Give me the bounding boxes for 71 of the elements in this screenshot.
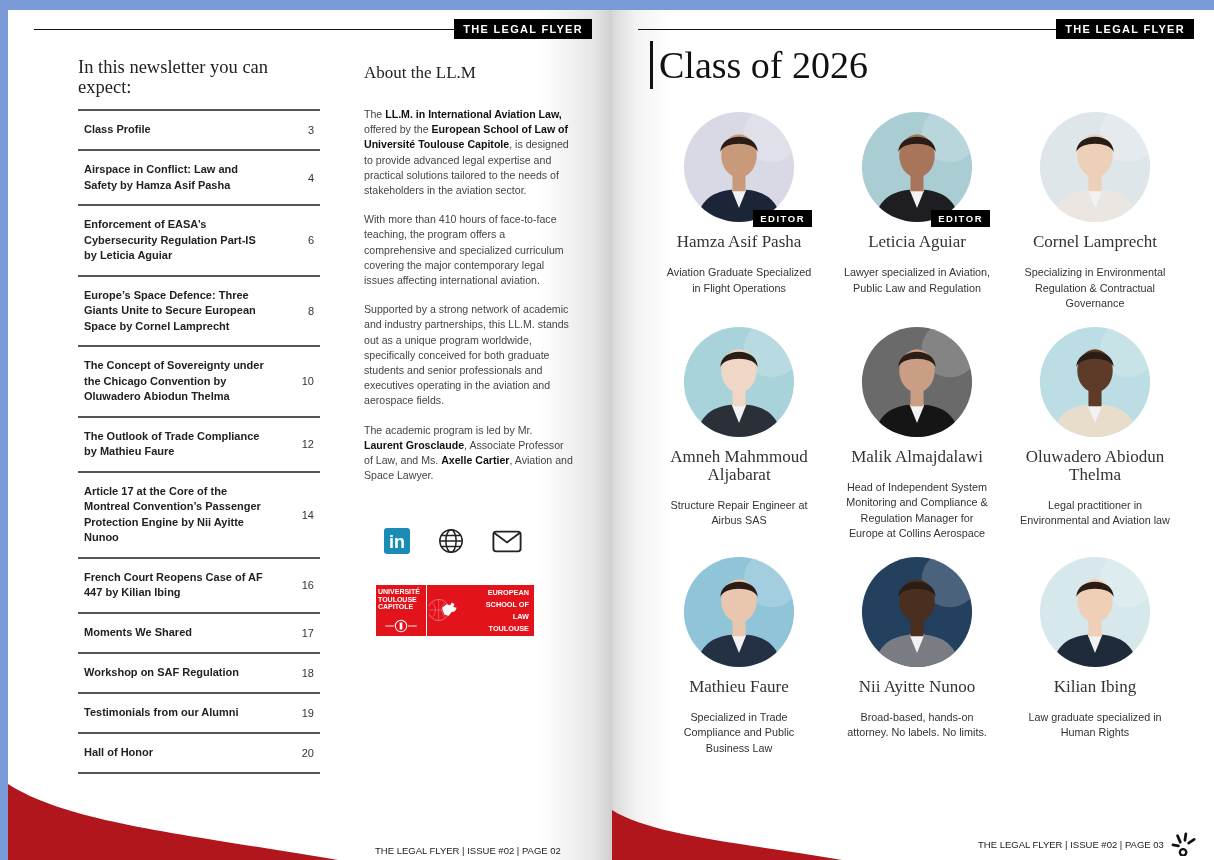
toc-entry[interactable]: Enforcement of EASA’s Cybersecurity Regulation Part-IS by Leticia Aguiar 6 [78,206,320,277]
editor-badge: EDITOR [931,210,990,227]
toc-entry[interactable]: Hall of Honor 20 [78,733,320,774]
toc-entry[interactable]: Class Profile 3 [78,111,320,151]
toc-entry[interactable]: Moments We Shared 17 [78,613,320,654]
toc-entry[interactable]: Airspace in Conflict: Law and Safety by Hamza Asif Pasha 4 [78,151,320,206]
globe-icon[interactable] [436,527,466,556]
toc-entry-title: Europe’s Space Defence: Three Giants Unite to Secure European Space by Cornel Lamprecht [84,287,257,334]
person-role: Structure Repair Engineer at Airbus SAS [669,497,809,528]
person-name: Oluwadero Abiodun Thelma [1024,447,1166,484]
toc-entry-title: Airspace in Conflict: Law and Safety by Hamza Asif Pasha [84,162,240,193]
page-number: 18 [301,666,314,679]
toc-entry-title: French Court Reopens Case of AF 447 by Kilian Ibing [84,569,264,600]
page-number: 12 [301,438,314,450]
toc-entry[interactable]: The Outlook of Trade Compliance by Mathieu Faure 12 [78,417,320,473]
toc-entry-title: Testimonials from our Alumni [84,704,240,720]
person-role: Law graduate specialized in Human Rights [1027,709,1163,740]
person-role: Broad-based, hands-on attorney. No labels. No limits. [846,709,988,740]
mail-icon[interactable] [492,529,522,553]
toc-entry-title: Enforcement of EASA’s Cybersecurity Regulation Part-IS by Leticia Aguiar [84,217,257,263]
about-paragraph: The academic program is led by Mr. Laurent Grosclaude, Associate Professor of Law, and Ms. Axelle Cartier, Aviation and Space Lawyer. [364,422,574,484]
page-number: 10 [301,375,314,388]
page-number: 8 [307,304,314,317]
person-name: Amneh Mahmmoud Aljabarat [669,447,809,484]
person-name: Leticia Aguiar [867,233,967,251]
toc-entry[interactable]: Article 17 at the Core of the Montreal Convention’s Passenger Protection Engine by Nii Ayitte Nunoo 14 [78,472,320,559]
person-name: Cornel Lamprecht [1031,233,1159,251]
about-title: About the LL.M [364,63,477,83]
toc-entry-title: Class Profile [84,122,152,138]
header-tag: THE LEGAL FLYER [454,19,592,39]
person-name: Malik Almajdalawi [850,447,984,466]
page-number: 19 [301,706,314,719]
page-number: 3 [307,124,314,136]
person-name: Mathieu Faure [688,677,790,696]
person-name: Kilian Ibing [1052,677,1138,696]
toc-entry[interactable]: Workshop on SAF Regulation 18 [78,653,320,694]
page-title: Class of 2026 [650,41,1214,89]
toc-entry[interactable]: Testimonials from our Alumni 19 [78,693,320,734]
about-paragraph: The LL.M. in International Aviation Law, offered by the European School of Law of Université Toulouse Capitole, is designed to provide advanced legal expertise and practical solutions tailored to the needs of stakeholders in the aviation sector. [364,107,570,198]
linkedin-icon[interactable]: in [384,528,410,555]
header-tag: THE LEGAL FLYER [1056,19,1194,39]
toc-entry-title: Hall of Honor [84,744,155,760]
toc-entry[interactable]: Europe’s Space Defence: Three Giants Unite to Secure European Space by Cornel Lamprecht 8 [78,276,320,347]
person-role: Aviation Graduate Specialized in Flight Operations [665,265,813,296]
toc-title: In this newsletter you can expect: [78,57,270,97]
page-number: 17 [301,626,314,639]
toc-entry-title: The Concept of Sovereignty under the Chicago Convention by Oluwadero Abiodun Thelma [84,358,265,404]
page-number: 6 [307,234,314,247]
toc-entry-title: Workshop on SAF Regulation [84,664,240,680]
person-role: Specialized in Trade Compliance and Public Business Law [682,709,796,756]
about-paragraph: Supported by a strong network of academic and industry partnerships, this LL.M. stands out as a unique program worldwide, specifically conceived for both graduate students and senior professionals and executives operating in the aviation and aerospace fields. [364,302,570,409]
editor-badge: EDITOR [753,210,812,227]
page-number: 20 [301,746,314,759]
page-footer: THE LEGAL FLYER | ISSUE #02 | PAGE 02 [375,845,561,856]
page-footer: THE LEGAL FLYER | ISSUE #02 | PAGE 03 [978,838,1164,850]
person-name: Nii Ayitte Nunoo [857,677,977,696]
person-role: Lawyer specialized in Aviation, Public Law and Regulation [842,265,992,296]
person-role: Legal practitioner in Environmental and Aviation law [1020,497,1170,528]
toc-entry-title: Moments We Shared [84,624,193,640]
page-number: 4 [307,171,314,184]
person-role: Specializing in Environmental Regulation & Contractual Governance [1023,265,1167,311]
about-paragraph: With more than 410 hours of face-to-face teaching, the program offers a comprehensive and specialized curriculum covering the major contemporary legal issues affecting international aviation. [364,212,565,289]
person-name: Hamza Asif Pasha [675,233,803,251]
page-number: 16 [301,579,314,591]
toc-entry[interactable]: The Concept of Sovereignty under the Chicago Convention by Oluwadero Abiodun Thelma 10 [78,347,320,418]
toc-entry-title: Article 17 at the Core of the Montreal Convention’s Passenger Protection Engine by Nii Ayitte Nunoo [84,483,262,545]
page-number: 14 [301,508,314,521]
spark-icon [1169,832,1198,856]
person-role: Head of Independent System Monitoring and Compliance & Regulation Manager for Europe at Collins Aerospace [845,479,989,541]
toc-entry-title: The Outlook of Trade Compliance by Mathieu Faure [84,428,261,459]
toc-entry[interactable]: French Court Reopens Case of AF 447 by Kilian Ibing 16 [78,558,320,614]
